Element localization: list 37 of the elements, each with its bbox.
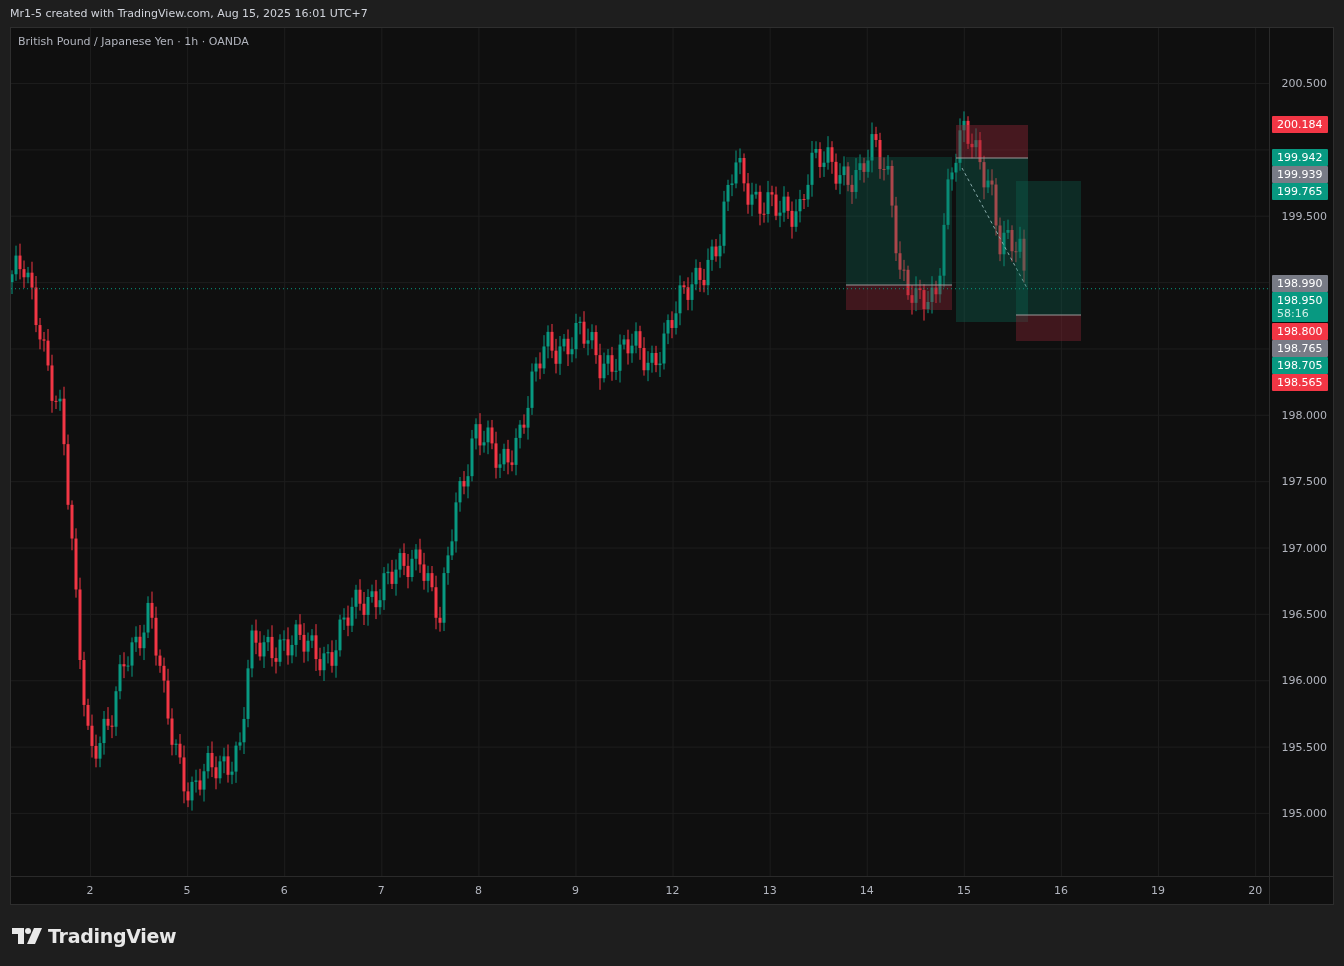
price-tick: 195.000 [1281,806,1327,820]
brand-name: TradingView [48,924,177,947]
time-tick: 9 [572,884,579,897]
time-tick: 19 [1151,884,1166,897]
price-tag-value: 198.565 [1277,375,1324,389]
time-tick: 2 [86,884,94,897]
price-tag-value: 198.990 [1277,276,1324,290]
time-tick: 20 [1248,884,1263,897]
price-tick: 200.500 [1281,76,1327,90]
price-tag-value: 199.765 [1277,184,1324,198]
price-tag-value: 200.184 [1277,118,1324,132]
time-tick: 8 [474,884,482,897]
price-tag-value: 198.800 [1277,324,1324,338]
price-tag-value: 199.942 [1277,150,1324,164]
price-tick: 196.500 [1281,607,1327,621]
chart-credit-text: Mr1-5 created with TradingView.com, Aug 15, 2025 16:01 UTC+7 [10,7,368,20]
time-tick: 15 [956,884,971,897]
price-tick: 197.000 [1281,541,1327,555]
price-tag-value: 198.705 [1277,358,1324,372]
time-tick: 7 [377,884,385,897]
price-tick: 196.000 [1281,673,1327,687]
time-tick: 5 [183,884,191,897]
time-tick: 12 [665,884,680,897]
brand-logo-icon [12,927,42,944]
price-tick: 197.500 [1281,474,1327,488]
time-tick: 13 [762,884,777,897]
price-tag-value: 198.950 [1277,293,1324,307]
symbol-title: British Pound / Japanese Yen · 1h · OANDA [18,35,249,48]
price-tick: 199.500 [1281,209,1327,223]
price-tag-value: 198.765 [1277,341,1324,355]
price-tick: 195.500 [1281,740,1327,754]
time-tick: 6 [280,884,288,897]
time-tick: 14 [859,884,874,897]
price-tick: 198.000 [1281,408,1327,422]
time-tick: 16 [1054,884,1068,897]
bar-countdown: 58:16 [1277,306,1310,320]
price-tag-value: 199.939 [1277,167,1324,181]
